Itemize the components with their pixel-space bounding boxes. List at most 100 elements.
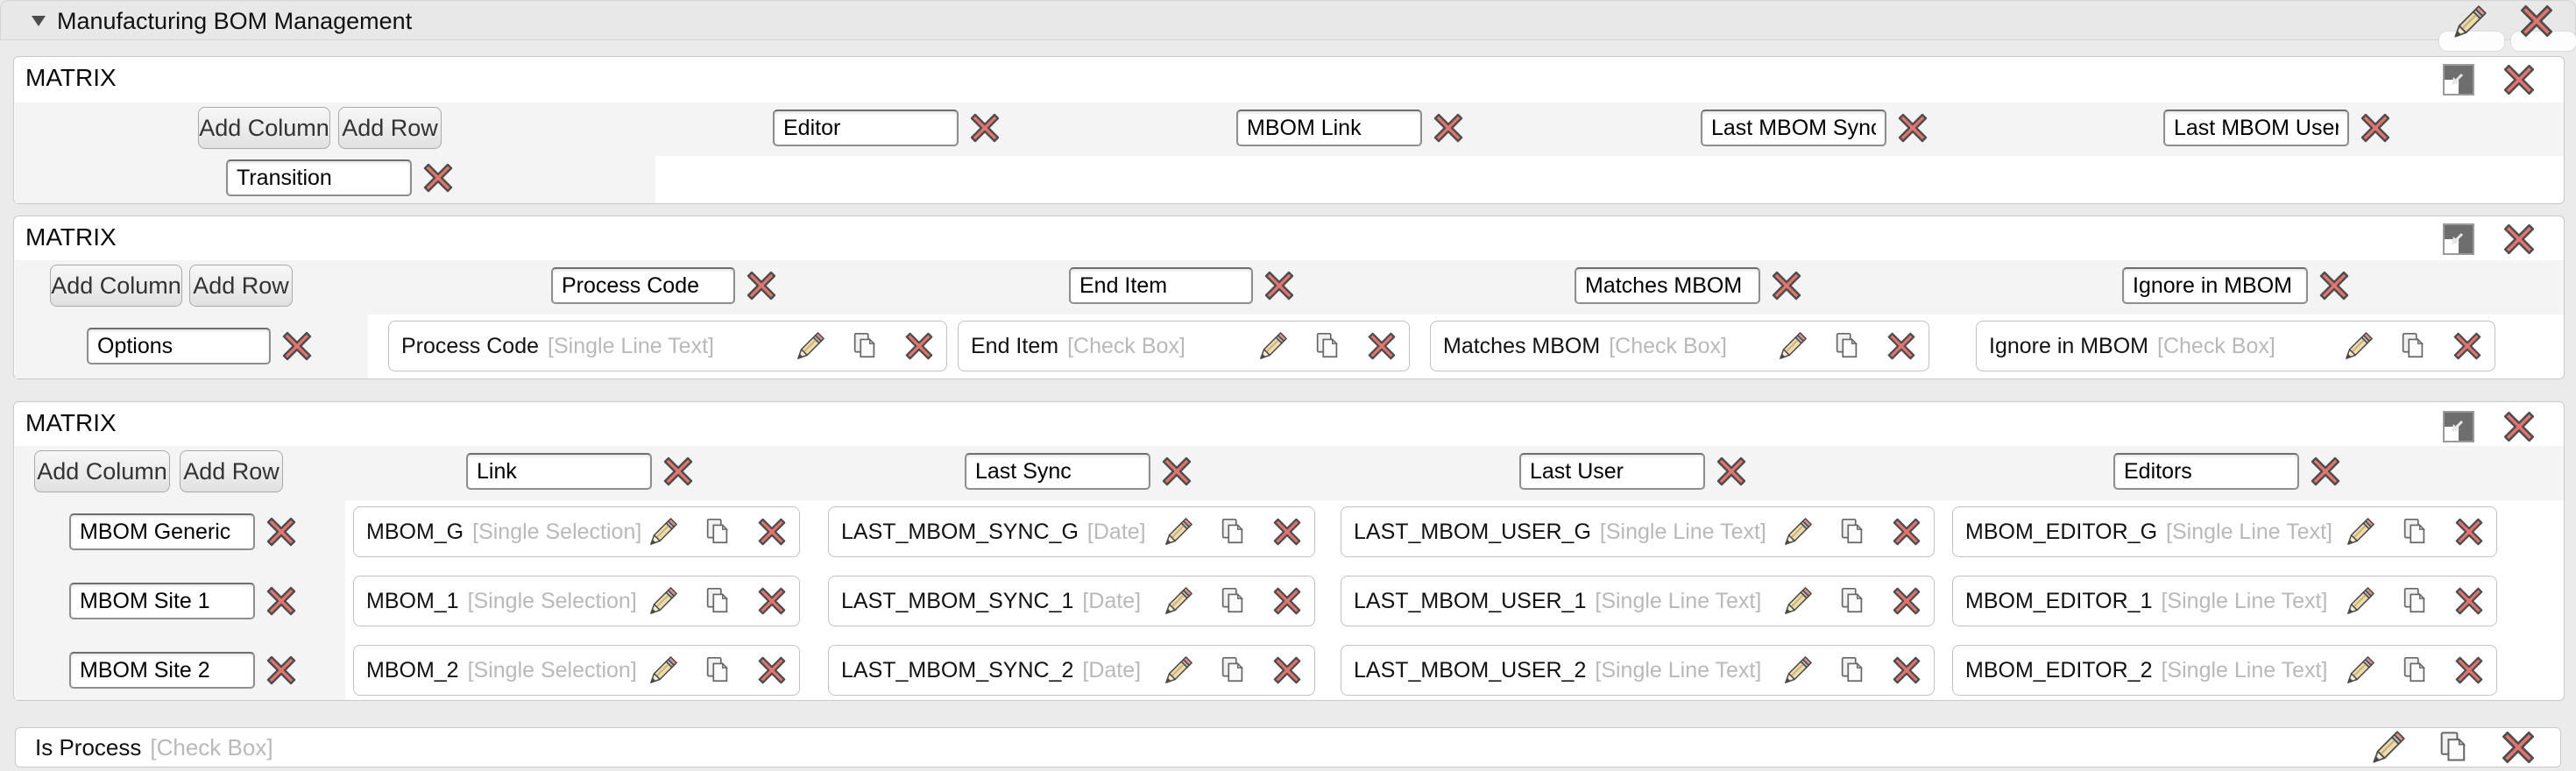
delete-column-icon[interactable] — [1897, 112, 1928, 144]
delete-field-icon[interactable] — [1272, 655, 1302, 685]
edit-field-icon[interactable] — [1783, 655, 1813, 685]
delete-row-icon[interactable] — [265, 516, 297, 548]
delete-column-icon[interactable] — [1433, 112, 1464, 144]
delete-field-icon[interactable] — [2452, 331, 2482, 361]
delete-row-icon[interactable] — [265, 654, 297, 686]
delete-field-icon[interactable] — [1892, 655, 1921, 685]
delete-field-icon[interactable] — [904, 331, 934, 361]
column-name-input[interactable] — [1236, 110, 1422, 146]
delete-field-icon[interactable] — [2454, 517, 2484, 547]
column-name-input[interactable] — [2163, 110, 2349, 146]
delete-field-icon[interactable] — [1272, 517, 1302, 547]
edit-field-icon[interactable] — [648, 517, 678, 547]
delete-field-icon[interactable] — [1892, 517, 1921, 547]
copy-field-icon[interactable] — [2400, 655, 2430, 685]
copy-field-icon[interactable] — [1837, 517, 1867, 547]
edit-field-icon[interactable] — [648, 586, 678, 616]
column-name-input[interactable] — [551, 267, 735, 304]
delete-row-icon[interactable] — [281, 330, 313, 362]
delete-panel-icon[interactable] — [2502, 63, 2536, 96]
row-name-input[interactable] — [69, 513, 255, 550]
column-name-input[interactable] — [773, 110, 959, 146]
edit-field-icon[interactable] — [2371, 730, 2406, 765]
delete-column-icon[interactable] — [2360, 112, 2391, 144]
copy-field-icon[interactable] — [703, 517, 732, 547]
collapse-panel-icon[interactable] — [2443, 223, 2474, 255]
edit-field-icon[interactable] — [1164, 517, 1193, 547]
copy-field-icon[interactable] — [1832, 331, 1862, 361]
collapse-panel-icon[interactable] — [2443, 411, 2474, 442]
add-column-button[interactable]: Add Column — [50, 265, 182, 307]
copy-field-icon[interactable] — [2400, 586, 2430, 616]
delete-field-icon[interactable] — [2454, 586, 2484, 616]
column-name-input[interactable] — [2113, 453, 2299, 490]
delete-row-icon[interactable] — [422, 162, 454, 194]
delete-field-icon[interactable] — [1892, 586, 1921, 616]
edit-field-icon[interactable] — [2344, 331, 2374, 361]
delete-row-icon[interactable] — [265, 585, 297, 617]
copy-field-icon[interactable] — [1218, 517, 1248, 547]
column-name-input[interactable] — [1069, 267, 1253, 304]
delete-column-icon[interactable] — [1771, 270, 1802, 301]
edit-field-icon[interactable] — [2346, 655, 2375, 685]
delete-field-icon[interactable] — [757, 517, 787, 547]
copy-field-icon[interactable] — [1218, 586, 1248, 616]
delete-column-icon[interactable] — [969, 112, 1001, 144]
add-column-button[interactable]: Add Column — [198, 107, 330, 149]
triangle-down-icon[interactable] — [31, 14, 46, 28]
copy-field-icon[interactable] — [2398, 331, 2428, 361]
edit-field-icon[interactable] — [796, 331, 825, 361]
row-name-input[interactable] — [87, 328, 271, 364]
copy-field-icon[interactable] — [1837, 586, 1867, 616]
edit-section-icon[interactable] — [2452, 4, 2488, 39]
column-name-input[interactable] — [1701, 110, 1886, 146]
add-row-button[interactable]: Add Row — [338, 107, 442, 149]
copy-field-icon[interactable] — [1218, 655, 1248, 685]
edit-field-icon[interactable] — [1783, 517, 1813, 547]
delete-column-icon[interactable] — [1716, 456, 1747, 487]
edit-field-icon[interactable] — [1778, 331, 1808, 361]
delete-column-icon[interactable] — [1263, 270, 1295, 301]
copy-field-icon[interactable] — [2436, 730, 2471, 765]
delete-field-icon[interactable] — [2501, 730, 2536, 765]
copy-field-icon[interactable] — [703, 586, 732, 616]
collapse-panel-icon[interactable] — [2443, 64, 2474, 95]
row-name-input[interactable] — [69, 652, 255, 689]
edit-field-icon[interactable] — [1164, 655, 1193, 685]
add-row-button[interactable]: Add Row — [189, 265, 293, 307]
delete-field-icon[interactable] — [2454, 655, 2484, 685]
delete-field-icon[interactable] — [757, 655, 787, 685]
edit-field-icon[interactable] — [1783, 586, 1813, 616]
add-row-button[interactable]: Add Row — [180, 450, 283, 492]
delete-column-icon[interactable] — [2310, 456, 2341, 487]
row-name-input[interactable] — [226, 159, 412, 196]
column-name-input[interactable] — [1519, 453, 1705, 490]
delete-panel-icon[interactable] — [2502, 223, 2536, 256]
column-name-input[interactable] — [466, 453, 652, 490]
delete-section-icon[interactable] — [2519, 4, 2554, 39]
column-name-input[interactable] — [1575, 267, 1760, 304]
edit-field-icon[interactable] — [2346, 586, 2375, 616]
delete-column-icon[interactable] — [746, 270, 777, 301]
delete-field-icon[interactable] — [1886, 331, 1916, 361]
delete-field-icon[interactable] — [1272, 586, 1302, 616]
edit-field-icon[interactable] — [648, 655, 678, 685]
edit-field-icon[interactable] — [2346, 517, 2375, 547]
copy-field-icon[interactable] — [2400, 517, 2430, 547]
copy-field-icon[interactable] — [850, 331, 880, 361]
row-name-input[interactable] — [69, 583, 255, 619]
delete-field-icon[interactable] — [1367, 331, 1397, 361]
add-column-button[interactable]: Add Column — [34, 450, 170, 492]
delete-column-icon[interactable] — [2318, 270, 2350, 301]
copy-field-icon[interactable] — [1313, 331, 1342, 361]
edit-field-icon[interactable] — [1258, 331, 1288, 361]
delete-column-icon[interactable] — [662, 456, 694, 487]
delete-column-icon[interactable] — [1161, 456, 1192, 487]
delete-panel-icon[interactable] — [2502, 410, 2536, 443]
copy-field-icon[interactable] — [1837, 655, 1867, 685]
column-name-input[interactable] — [2122, 267, 2308, 304]
edit-field-icon[interactable] — [1164, 586, 1193, 616]
copy-field-icon[interactable] — [703, 655, 732, 685]
column-name-input[interactable] — [965, 453, 1150, 490]
delete-field-icon[interactable] — [757, 586, 787, 616]
